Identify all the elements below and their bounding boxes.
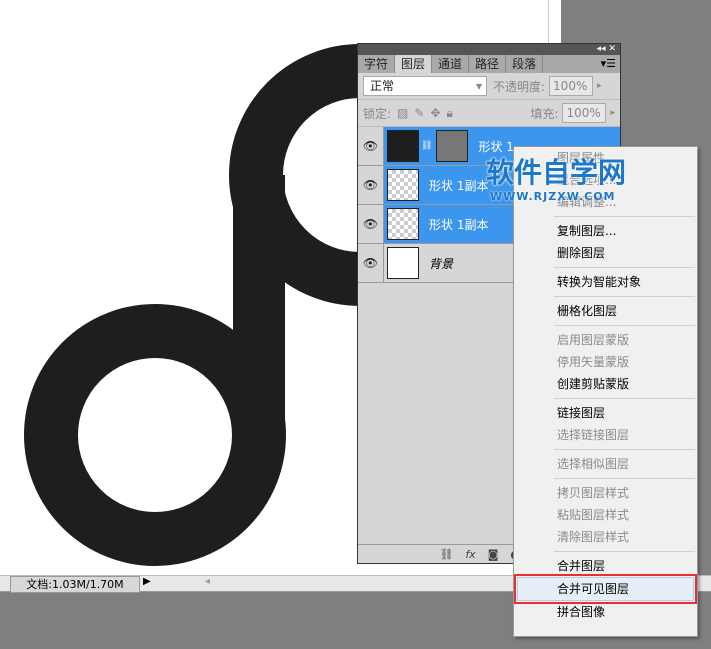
layer-name: 形状 1副本 [429, 217, 489, 232]
eye-icon[interactable]: 👁︎ [358, 166, 384, 204]
fill-label: 填充: [530, 106, 559, 121]
opacity-label: 不透明度: [493, 79, 546, 94]
eye-icon[interactable]: 👁︎ [358, 205, 384, 243]
layer-name: 形状 1 [478, 139, 514, 154]
layer-name: 背景 [429, 256, 454, 271]
blend-mode-select[interactable]: 正常 ▾ [363, 76, 487, 96]
fill-slider-button[interactable]: ▸ [610, 108, 615, 118]
fx-icon[interactable]: fx [465, 548, 475, 561]
context-menu: 图层属性... 混合选项... 编辑调整... 复制图层... 删除图层 转换为… [513, 146, 698, 637]
add-mask-icon[interactable]: ◙ [488, 548, 499, 561]
doc-size-info: 文档:1.03M/1.70M [10, 576, 140, 593]
panel-tabs: 字符 图层 通道 路径 段落 ▾☰ [358, 55, 620, 73]
menu-item-copy-layer-style[interactable]: 拷贝图层样式 [514, 482, 697, 504]
layer-thumbnail [387, 130, 419, 162]
vector-mask-thumbnail [436, 130, 469, 162]
menu-item-rasterize-layer[interactable]: 栅格化图层 [514, 300, 697, 322]
opacity-input[interactable]: 100% [549, 76, 594, 96]
panel-menu-icon[interactable]: ▾☰ [601, 57, 616, 70]
opacity-slider-button[interactable]: ▸ [597, 81, 602, 91]
lock-paint-icon[interactable]: ✎ [414, 106, 424, 120]
menu-item-enable-layer-mask[interactable]: 启用图层蒙版 [514, 329, 697, 351]
scroll-left-icon[interactable]: ◂ [205, 576, 210, 587]
status-arrow-icon[interactable]: ▶ [143, 576, 151, 587]
close-icon[interactable]: ✕ [608, 44, 616, 54]
tab-layers[interactable]: 图层 [395, 55, 433, 73]
eye-icon[interactable]: 👁︎ [358, 244, 384, 282]
chevron-down-icon: ▾ [475, 79, 482, 93]
watermark: 软件自学网 [486, 156, 627, 189]
menu-item-merge-layers[interactable]: 合并图层 [514, 555, 697, 577]
menu-item-duplicate-layer[interactable]: 复制图层... [514, 220, 697, 242]
panel-titlebar: ◂◂ ✕ [358, 44, 620, 55]
lock-all-icon[interactable]: 🔒︎ [447, 106, 453, 121]
menu-item-clear-layer-style[interactable]: 清除图层样式 [514, 526, 697, 548]
eye-icon[interactable]: 👁︎ [358, 127, 384, 165]
menu-item-disable-vector-mask[interactable]: 停用矢量蒙版 [514, 351, 697, 373]
lock-transparent-icon[interactable]: ▨ [397, 106, 408, 120]
layer-thumbnail [387, 169, 419, 201]
link-icon: ⛓ [421, 141, 433, 151]
layer-thumbnail [387, 247, 419, 279]
watermark-url: WWW.RJZXW.COM [490, 190, 616, 203]
collapse-icon[interactable]: ◂◂ [597, 44, 606, 54]
tab-character[interactable]: 字符 [358, 55, 396, 73]
menu-item-select-similar-layers[interactable]: 选择相似图层 [514, 453, 697, 475]
menu-item-create-clipping-mask[interactable]: 创建剪贴蒙版 [514, 373, 697, 395]
menu-item-select-linked-layers[interactable]: 选择链接图层 [514, 424, 697, 446]
fill-input[interactable]: 100% [562, 103, 607, 123]
lock-move-icon[interactable]: ✥ [430, 106, 440, 120]
menu-item-flatten-image[interactable]: 拼合图像 [514, 601, 697, 623]
menu-item-link-layers[interactable]: 链接图层 [514, 402, 697, 424]
tab-paragraph[interactable]: 段落 [506, 55, 544, 73]
menu-item-delete-layer[interactable]: 删除图层 [514, 242, 697, 264]
tab-channels[interactable]: 通道 [432, 55, 470, 73]
menu-item-paste-layer-style[interactable]: 粘贴图层样式 [514, 504, 697, 526]
layer-thumbnail [387, 208, 419, 240]
tab-paths[interactable]: 路径 [469, 55, 507, 73]
link-layers-icon[interactable]: ⛓ [439, 548, 453, 561]
lock-label: 锁定: [363, 106, 392, 121]
layer-name: 形状 1副本 [429, 178, 489, 193]
menu-item-convert-smart-object[interactable]: 转换为智能对象 [514, 271, 697, 293]
menu-item-merge-visible[interactable]: 合并可见图层 [514, 574, 697, 604]
